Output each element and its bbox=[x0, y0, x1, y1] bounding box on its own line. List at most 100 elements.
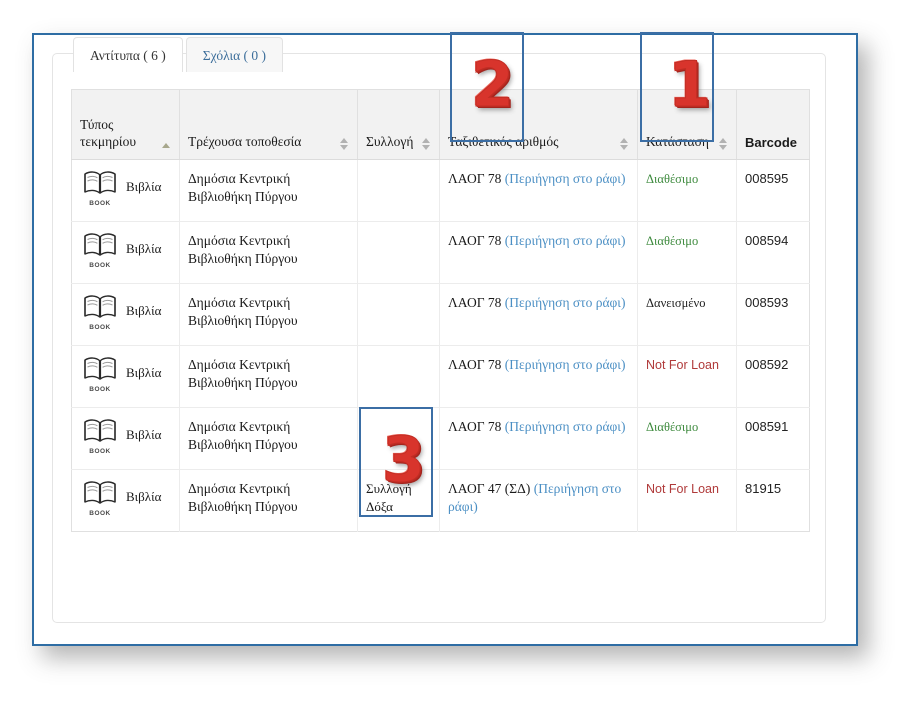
item-type-label: Βιβλία bbox=[126, 179, 162, 194]
cell-status: Διαθέσιμο bbox=[637, 159, 737, 222]
cell-status: Not For Loan bbox=[637, 469, 737, 532]
column-header-status[interactable]: Κατάσταση bbox=[637, 89, 737, 160]
cell-collection bbox=[357, 221, 440, 284]
cell-item-type: BOOK Βιβλία bbox=[71, 407, 180, 470]
screenshot-frame: Αντίτυπα ( 6 ) Σχόλια ( 0 ) Τύπος τεκμηρ… bbox=[32, 32, 858, 646]
cell-current-location: Δημόσια Κεντρική Βιβλιοθήκη Πύργου bbox=[179, 345, 358, 408]
item-type-label: Βιβλία bbox=[126, 303, 162, 318]
call-number-value: ΛΑΟΓ 78 bbox=[448, 357, 502, 372]
cell-collection bbox=[357, 345, 440, 408]
barcode-value: 008593 bbox=[745, 295, 789, 310]
cell-current-location: Δημόσια Κεντρική Βιβλιοθήκη Πύργου bbox=[179, 221, 358, 284]
cell-call-number: ΛΑΟΓ 78 (Περιήγηση στο ράφι) bbox=[439, 221, 638, 284]
item-type-label: Βιβλία bbox=[126, 365, 162, 380]
column-header-barcode: Barcode bbox=[736, 89, 810, 160]
book-icon: BOOK bbox=[80, 232, 120, 271]
table-row: BOOK Βιβλία Δημόσια Κεντρική Βιβλιοθήκη Πύ… bbox=[71, 159, 810, 222]
book-icon: BOOK bbox=[80, 356, 120, 395]
browse-shelf-link[interactable]: (Περιήγηση στο ράφι) bbox=[505, 233, 626, 248]
sort-toggle-icon[interactable] bbox=[340, 137, 349, 151]
call-number-value: ΛΑΟΓ 78 bbox=[448, 419, 502, 434]
cell-barcode: 008595 bbox=[736, 159, 810, 222]
browse-shelf-link[interactable]: (Περιήγηση στο ράφι) bbox=[505, 419, 626, 434]
cell-current-location: Δημόσια Κεντρική Βιβλιοθήκη Πύργου bbox=[179, 283, 358, 346]
barcode-value: 81915 bbox=[745, 481, 782, 496]
cell-item-type: BOOK Βιβλία bbox=[71, 221, 180, 284]
column-header-collection-label: Συλλογή bbox=[366, 134, 414, 150]
table-row: BOOK Βιβλία Δημόσια Κεντρική Βιβλιοθήκη Πύ… bbox=[71, 221, 810, 284]
cell-collection bbox=[357, 407, 440, 470]
items-panel: Αντίτυπα ( 6 ) Σχόλια ( 0 ) Τύπος τεκμηρ… bbox=[52, 37, 826, 623]
cell-status: Διαθέσιμο bbox=[637, 407, 737, 470]
tab-copies[interactable]: Αντίτυπα ( 6 ) bbox=[73, 37, 183, 72]
book-icon-caption: BOOK bbox=[89, 510, 111, 518]
column-header-item-type-label: Τύπος τεκμηρίου bbox=[80, 117, 136, 150]
cell-collection: Συλλογή Δόξα bbox=[357, 469, 440, 532]
table-body: BOOK Βιβλία Δημόσια Κεντρική Βιβλιοθήκη Πύ… bbox=[71, 159, 810, 532]
cell-barcode: 008594 bbox=[736, 221, 810, 284]
browse-shelf-link[interactable]: (Περιήγηση στο ράφι) bbox=[505, 357, 626, 372]
cell-call-number: ΛΑΟΓ 78 (Περιήγηση στο ράφι) bbox=[439, 159, 638, 222]
cell-current-location: Δημόσια Κεντρική Βιβλιοθήκη Πύργου bbox=[179, 159, 358, 222]
status-badge: Διαθέσιμο bbox=[646, 420, 699, 434]
column-header-current-location[interactable]: Τρέχουσα τοποθεσία bbox=[179, 89, 358, 160]
book-icon: BOOK bbox=[80, 170, 120, 209]
status-badge: Not For Loan bbox=[646, 358, 719, 372]
call-number-value: ΛΑΟΓ 78 bbox=[448, 295, 502, 310]
item-type-label: Βιβλία bbox=[126, 489, 162, 504]
cell-collection bbox=[357, 159, 440, 222]
cell-call-number: ΛΑΟΓ 78 (Περιήγηση στο ράφι) bbox=[439, 283, 638, 346]
sort-toggle-icon[interactable] bbox=[620, 137, 629, 151]
sort-toggle-icon[interactable] bbox=[422, 137, 431, 151]
sort-toggle-icon[interactable] bbox=[719, 137, 728, 151]
call-number-value: ΛΑΟΓ 78 bbox=[448, 233, 502, 248]
call-number-value: ΛΑΟΓ 47 (ΣΔ) bbox=[448, 481, 531, 496]
table-row: BOOK Βιβλία Δημόσια Κεντρική Βιβλιοθήκη Πύ… bbox=[71, 469, 810, 532]
status-badge: Διαθέσιμο bbox=[646, 234, 699, 248]
sort-ascending-icon[interactable] bbox=[162, 137, 171, 151]
book-icon-caption: BOOK bbox=[89, 262, 111, 270]
book-icon-caption: BOOK bbox=[89, 324, 111, 332]
barcode-value: 008594 bbox=[745, 233, 789, 248]
book-icon: BOOK bbox=[80, 418, 120, 457]
cell-status: Not For Loan bbox=[637, 345, 737, 408]
tab-comments[interactable]: Σχόλια ( 0 ) bbox=[185, 37, 284, 72]
call-number-value: ΛΑΟΓ 78 bbox=[448, 171, 502, 186]
column-header-call-number-label: Ταξιθετικός αριθμός bbox=[448, 134, 559, 150]
item-type-label: Βιβλία bbox=[126, 427, 162, 442]
collection-value: Συλλογή Δόξα bbox=[366, 481, 412, 515]
cell-call-number: ΛΑΟΓ 78 (Περιήγηση στο ράφι) bbox=[439, 407, 638, 470]
cell-barcode: 008593 bbox=[736, 283, 810, 346]
table-row: BOOK Βιβλία Δημόσια Κεντρική Βιβλιοθήκη Πύ… bbox=[71, 345, 810, 408]
book-icon-caption: BOOK bbox=[89, 386, 111, 394]
column-header-status-label: Κατάσταση bbox=[646, 134, 709, 150]
column-header-call-number[interactable]: Ταξιθετικός αριθμός bbox=[439, 89, 638, 160]
cell-item-type: BOOK Βιβλία bbox=[71, 283, 180, 346]
cell-barcode: 008591 bbox=[736, 407, 810, 470]
tab-copies-label: Αντίτυπα ( 6 ) bbox=[90, 48, 166, 63]
book-icon-caption: BOOK bbox=[89, 200, 111, 208]
table-row: BOOK Βιβλία Δημόσια Κεντρική Βιβλιοθήκη Πύ… bbox=[71, 283, 810, 346]
barcode-value: 008591 bbox=[745, 419, 789, 434]
cell-call-number: ΛΑΟΓ 47 (ΣΔ) (Περιήγηση στο ράφι) bbox=[439, 469, 638, 532]
cell-barcode: 81915 bbox=[737, 470, 810, 532]
barcode-value: 008595 bbox=[745, 171, 789, 186]
browse-shelf-link[interactable]: (Περιήγηση στο ράφι) bbox=[505, 295, 626, 310]
column-header-current-location-label: Τρέχουσα τοποθεσία bbox=[188, 134, 302, 150]
cell-item-type: BOOK Βιβλία bbox=[71, 469, 180, 532]
tab-bar: Αντίτυπα ( 6 ) Σχόλια ( 0 ) bbox=[53, 36, 825, 72]
items-table: Τύπος τεκμηρίου Τρέχουσα τοποθεσία Συλλο… bbox=[71, 89, 810, 532]
table-header-row: Τύπος τεκμηρίου Τρέχουσα τοποθεσία Συλλο… bbox=[71, 89, 810, 160]
cell-item-type: BOOK Βιβλία bbox=[71, 345, 180, 408]
table-row: BOOK Βιβλία Δημόσια Κεντρική Βιβλιοθήκη Πύ… bbox=[71, 407, 810, 470]
item-type-label: Βιβλία bbox=[126, 241, 162, 256]
column-header-barcode-label: Barcode bbox=[745, 134, 798, 150]
status-badge: Not For Loan bbox=[646, 482, 719, 496]
browse-shelf-link[interactable]: (Περιήγηση στο ράφι) bbox=[505, 171, 626, 186]
cell-current-location: Δημόσια Κεντρική Βιβλιοθήκη Πύργου bbox=[179, 469, 358, 532]
status-badge: Δανεισμένο bbox=[646, 296, 706, 310]
column-header-collection[interactable]: Συλλογή bbox=[357, 89, 440, 160]
cell-call-number: ΛΑΟΓ 78 (Περιήγηση στο ράφι) bbox=[439, 345, 638, 408]
column-header-item-type[interactable]: Τύπος τεκμηρίου bbox=[71, 89, 180, 160]
cell-current-location: Δημόσια Κεντρική Βιβλιοθήκη Πύργου bbox=[179, 407, 358, 470]
